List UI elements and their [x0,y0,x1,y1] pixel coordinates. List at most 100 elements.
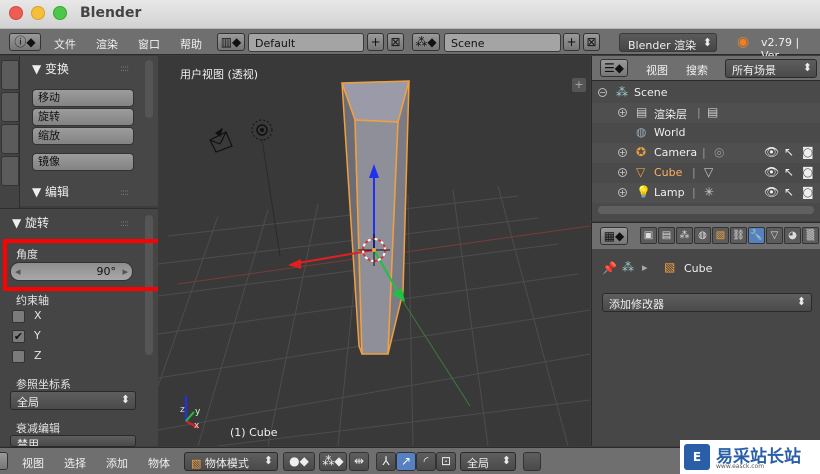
rotate-manipulator-icon[interactable]: ◜ [416,452,436,471]
3d-viewport[interactable]: z x y 用户视图 (透视) (1) Cube + [158,56,590,446]
visibility-eye-icon[interactable]: 👁 [764,165,779,179]
tool-shelf-scrollbar[interactable] [145,60,153,118]
menu-render[interactable]: 渲染 [96,36,118,52]
selectability-cursor-icon[interactable]: ↖ [784,165,794,179]
selectability-cursor-icon[interactable]: ↖ [784,145,794,159]
interaction-mode-dropdown[interactable]: ▧ 物体模式 ⬍ [184,452,278,471]
constraints-tab-icon[interactable]: ⛓ [730,227,747,244]
outliner-view-menu[interactable]: 视图 [646,62,668,78]
close-window-button[interactable] [9,6,23,20]
transform-orientation-dropdown[interactable]: 全局 ⬍ [460,452,516,471]
viewport-menu-add[interactable]: 添加 [106,455,128,471]
dropdown-arrows-icon: ⬍ [120,393,130,406]
screen-layout-field[interactable]: Default [248,33,364,52]
orientation-dropdown[interactable]: 全局 ⬍ [10,391,136,410]
viewport-menu-select[interactable]: 选择 [64,455,86,471]
menu-file[interactable]: 文件 [54,36,76,52]
editor-type-icon[interactable] [0,452,8,470]
manipulate-centers-icon[interactable]: ⇹ [349,452,369,471]
scene-field[interactable]: Scene [444,33,561,52]
maximize-window-button[interactable] [53,6,67,20]
outliner-scrollbar[interactable] [598,206,814,214]
proportional-edit-dropdown[interactable]: 禁用 [10,435,136,447]
renderability-camera-icon[interactable]: ◙ [802,185,814,199]
axis-z-checkbox[interactable] [12,350,25,363]
properties-editor-icon[interactable]: ▦◆ [600,227,628,245]
material-tab-icon[interactable]: ◕ [784,227,801,244]
minimize-window-button[interactable] [31,6,45,20]
outliner-row-scene[interactable]: − ⁂ Scene [592,83,820,103]
properties-toggle-icon[interactable]: + [572,78,586,92]
tool-tab-2[interactable] [1,92,19,122]
modifiers-wrench-icon[interactable]: 🔧 [748,227,765,244]
outliner-editor-icon[interactable]: ☰◆ [600,59,628,77]
axis-x-checkbox[interactable] [12,310,25,323]
panel-grip-icon[interactable]: :::: [120,188,129,198]
edit-panel-title[interactable]: ▼ 编辑 [32,183,69,200]
axis-y-checkbox[interactable]: ✔ [12,330,25,343]
scale-manipulator-icon[interactable]: ⊡ [436,452,456,471]
layer-toggle-icon[interactable] [523,452,541,471]
cube-object[interactable] [340,80,410,355]
screen-layout-icon[interactable]: ▥◆ [217,33,245,51]
viewport-shading-icon[interactable]: ●◆ [283,452,315,471]
renderability-camera-icon[interactable]: ◙ [802,165,814,179]
transform-manipulator-toggle-icon[interactable]: ⅄ [376,452,396,471]
object-tab-icon[interactable]: ▧ [712,227,729,244]
pin-icon[interactable]: 📌 [602,261,617,275]
expand-icon[interactable]: + [618,108,627,117]
pivot-point-icon[interactable]: ⁂◆ [319,452,347,471]
render-engine-dropdown[interactable]: Blender 渲染 ⬍ [619,33,717,52]
breadcrumb-arrow-icon: ▸ [642,261,648,274]
rotate-operator-title[interactable]: ▼ 旋转 [12,214,49,231]
collapse-icon[interactable]: − [598,88,607,97]
viewport-menu-object[interactable]: 物体 [148,455,170,471]
transform-panel-title[interactable]: ▼ 变换 [32,60,69,77]
move-button[interactable]: 移动 [32,89,134,107]
panel-grip-icon[interactable]: :::: [120,219,129,229]
render-layers-tab-icon[interactable]: ▤ [658,227,675,244]
lamp-icon[interactable] [251,119,273,141]
texture-tab-icon[interactable]: ▒ [802,227,819,244]
expand-icon[interactable]: + [618,168,627,177]
outliner-row-lamp[interactable]: + 💡 Lamp | ✳ 👁 ↖ ◙ [592,183,820,203]
data-tab-icon[interactable]: ▽ [766,227,783,244]
outliner-row-cube[interactable]: + ▽ Cube | ▽ 👁 ↖ ◙ [592,163,820,183]
rotate-button[interactable]: 旋转 [32,108,134,126]
camera-icon[interactable] [209,127,233,153]
menu-help[interactable]: 帮助 [180,36,202,52]
outliner-row-world[interactable]: ◍ World [592,123,820,143]
panel-grip-icon[interactable]: :::: [120,64,129,74]
visibility-eye-icon[interactable]: 👁 [764,185,779,199]
renderability-camera-icon[interactable]: ◙ [802,145,814,159]
selectability-cursor-icon[interactable]: ↖ [784,185,794,199]
dropdown-arrows-icon: ⬍ [702,36,712,49]
visibility-eye-icon[interactable]: 👁 [764,145,779,159]
tool-tab-1[interactable] [1,60,19,90]
outliner-search-menu[interactable]: 搜索 [686,62,708,78]
add-layout-icon[interactable]: + [367,33,384,51]
add-scene-icon[interactable]: + [563,33,580,51]
translate-manipulator-icon[interactable]: ↗ [396,452,416,471]
outliner-filter-dropdown[interactable]: 所有场景 ⬍ [725,59,817,78]
world-tab-icon[interactable]: ◍ [694,227,711,244]
menu-window[interactable]: 窗口 [138,36,160,52]
outliner-row-camera[interactable]: + ✪ Camera | ◎ 👁 ↖ ◙ [592,143,820,163]
info-header: ⓘ◆ 文件 渲染 窗口 帮助 ▥◆ Default + ⊠ ⁂◆ Scene +… [0,29,820,62]
delete-layout-icon[interactable]: ⊠ [387,33,404,51]
mirror-button[interactable]: 镜像 [32,153,134,171]
tool-tab-4[interactable] [1,156,19,186]
tool-tab-3[interactable] [1,124,19,154]
scene-icon[interactable]: ⁂◆ [412,33,440,51]
scale-button[interactable]: 缩放 [32,127,134,145]
expand-icon[interactable]: + [618,148,627,157]
expand-icon[interactable]: + [618,188,627,197]
outliner-row-render-layers[interactable]: + ▤ 渲染层 | ▤ [592,103,820,123]
viewport-menu-view[interactable]: 视图 [22,455,44,471]
scene-tab-icon[interactable]: ⁂ [676,227,693,244]
delete-scene-icon[interactable]: ⊠ [583,33,600,51]
dropdown-arrows-icon: ⬍ [802,61,812,74]
add-modifier-dropdown[interactable]: 添加修改器 ⬍ [602,293,812,312]
render-tab-icon[interactable]: ▣ [640,227,657,244]
editor-type-info-button[interactable]: ⓘ◆ [9,33,41,51]
